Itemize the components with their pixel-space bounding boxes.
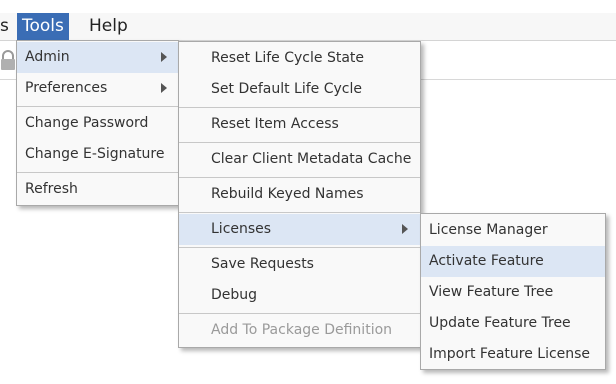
- menu-item-admin[interactable]: Admin: [17, 42, 178, 73]
- menu-item-add-to-package-definition-label: Add To Package Definition: [211, 322, 393, 338]
- menu-item-save-requests[interactable]: Save Requests: [179, 249, 420, 280]
- licenses-submenu: License Manager Activate Feature View Fe…: [420, 213, 606, 370]
- submenu-arrow-icon: [402, 224, 408, 234]
- menu-item-save-requests-label: Save Requests: [211, 256, 314, 272]
- menu-item-debug-label: Debug: [211, 287, 258, 303]
- menubar-item-tools[interactable]: Tools: [17, 13, 69, 40]
- menu-item-clear-client-metadata-cache[interactable]: Clear Client Metadata Cache: [179, 144, 420, 175]
- menubar-item-partial[interactable]: s: [0, 13, 14, 40]
- menu-item-add-to-package-definition: Add To Package Definition: [179, 315, 420, 346]
- menu-separator: [17, 172, 178, 173]
- menu-item-set-default-life-cycle[interactable]: Set Default Life Cycle: [179, 74, 420, 105]
- menu-item-update-feature-tree[interactable]: Update Feature Tree: [421, 308, 605, 339]
- menu-item-update-feature-tree-label: Update Feature Tree: [429, 315, 571, 331]
- submenu-arrow-icon: [161, 52, 167, 62]
- tools-menu: Admin Preferences Change Password Change…: [16, 40, 179, 206]
- menu-separator: [17, 106, 178, 107]
- menu-separator: [179, 212, 420, 213]
- menu-separator: [179, 177, 420, 178]
- menu-item-admin-label: Admin: [25, 49, 70, 65]
- menu-separator: [179, 247, 420, 248]
- menu-separator: [179, 142, 420, 143]
- menu-item-change-password[interactable]: Change Password: [17, 108, 178, 139]
- lock-icon[interactable]: [0, 49, 16, 73]
- menu-item-rebuild-keyed-names[interactable]: Rebuild Keyed Names: [179, 179, 420, 210]
- menu-item-clear-client-metadata-cache-label: Clear Client Metadata Cache: [211, 151, 412, 167]
- menu-item-change-e-signature-label: Change E-Signature: [25, 146, 165, 162]
- menubar: s Tools Help: [0, 13, 616, 41]
- menu-item-preferences[interactable]: Preferences: [17, 73, 178, 104]
- submenu-arrow-icon: [161, 83, 167, 93]
- menu-item-import-feature-license-label: Import Feature License: [429, 346, 591, 362]
- menu-item-reset-life-cycle-state[interactable]: Reset Life Cycle State: [179, 43, 420, 74]
- menu-item-refresh-label: Refresh: [25, 181, 78, 197]
- menu-separator: [179, 107, 420, 108]
- menu-item-preferences-label: Preferences: [25, 80, 108, 96]
- menu-item-view-feature-tree[interactable]: View Feature Tree: [421, 277, 605, 308]
- menu-item-licenses-label: Licenses: [211, 221, 272, 237]
- menu-item-debug[interactable]: Debug: [179, 280, 420, 311]
- menu-item-view-feature-tree-label: View Feature Tree: [429, 284, 554, 300]
- menubar-item-help[interactable]: Help: [84, 13, 133, 40]
- window-top-strip: [0, 0, 616, 14]
- menu-item-license-manager-label: License Manager: [429, 222, 548, 238]
- menu-item-licenses[interactable]: Licenses: [179, 214, 420, 245]
- admin-submenu: Reset Life Cycle State Set Default Life …: [178, 41, 421, 348]
- menu-item-change-password-label: Change Password: [25, 115, 149, 131]
- menu-item-import-feature-license[interactable]: Import Feature License: [421, 339, 605, 370]
- menu-item-rebuild-keyed-names-label: Rebuild Keyed Names: [211, 186, 364, 202]
- menu-separator: [179, 313, 420, 314]
- menu-item-activate-feature-label: Activate Feature: [429, 253, 544, 269]
- menu-item-activate-feature[interactable]: Activate Feature: [421, 246, 605, 277]
- menu-item-license-manager[interactable]: License Manager: [421, 215, 605, 246]
- menu-item-change-e-signature[interactable]: Change E-Signature: [17, 139, 178, 170]
- menu-item-refresh[interactable]: Refresh: [17, 174, 178, 205]
- menu-item-set-default-life-cycle-label: Set Default Life Cycle: [211, 81, 362, 97]
- menu-item-reset-item-access[interactable]: Reset Item Access: [179, 109, 420, 140]
- menu-item-reset-life-cycle-state-label: Reset Life Cycle State: [211, 50, 365, 66]
- menu-item-reset-item-access-label: Reset Item Access: [211, 116, 339, 132]
